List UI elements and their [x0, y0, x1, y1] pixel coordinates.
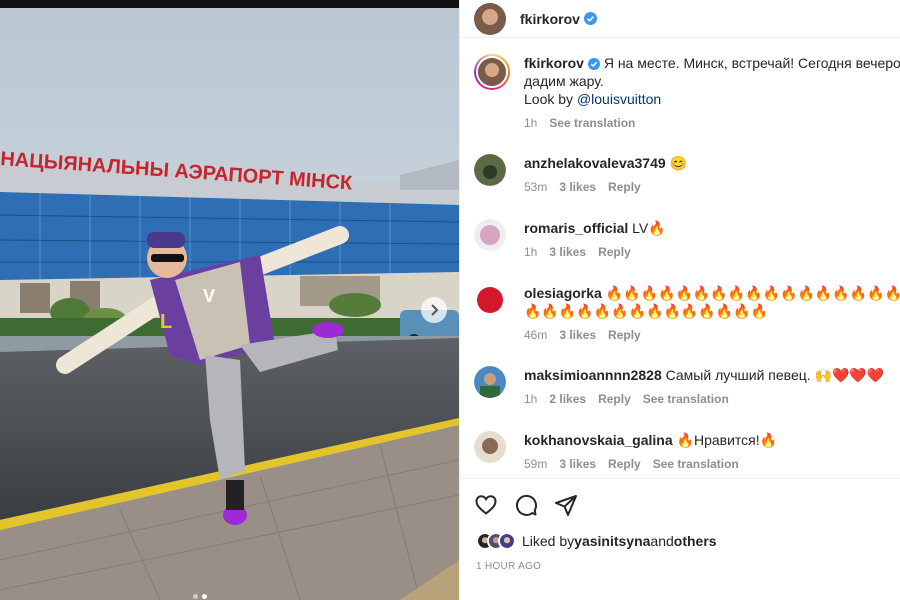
liker-avatar[interactable]: [498, 532, 516, 550]
comment-username[interactable]: maksimioannnn2828: [524, 367, 662, 383]
post-time[interactable]: 1 HOUR AGO: [476, 561, 541, 572]
comment-likes[interactable]: 2 likes: [549, 390, 586, 408]
mention-link[interactable]: @louisvuitton: [577, 91, 661, 107]
caption-avatar[interactable]: [474, 54, 510, 90]
carousel-dot: [193, 594, 198, 599]
commenter-avatar[interactable]: [474, 284, 506, 316]
caption-text-line1: Я на месте. Минск, встречай! Сегодня веч…: [603, 55, 900, 71]
comment-icon[interactable]: [514, 493, 538, 517]
caption-time: 1h: [524, 116, 538, 130]
reply-button[interactable]: Reply: [608, 178, 641, 196]
see-translation-link[interactable]: See translation: [653, 455, 739, 473]
comment-likes[interactable]: 3 likes: [559, 455, 596, 473]
post-photo[interactable]: L V НАЦЫЯНАЛЬНЫ АЭРАПОРТ МІНСК: [0, 0, 459, 600]
comment-likes[interactable]: 3 likes: [549, 243, 586, 261]
liked-by-mid: and: [650, 533, 674, 549]
reply-button[interactable]: Reply: [608, 326, 641, 344]
comment-text: 🔥🔥🔥🔥🔥🔥🔥🔥🔥🔥🔥🔥🔥🔥🔥🔥🔥🔥🔥🔥: [605, 285, 900, 301]
reply-button[interactable]: Reply: [598, 390, 631, 408]
see-translation-link[interactable]: See translation: [643, 390, 729, 408]
liked-by: Liked by yasinitsyna and others: [476, 532, 717, 550]
commenter-avatar[interactable]: [474, 431, 506, 463]
svg-text:L: L: [160, 311, 172, 333]
comment-likes[interactable]: 3 likes: [559, 178, 596, 196]
comment-text: 🔥Нравится!🔥: [676, 432, 778, 448]
carousel-dot-active: [202, 594, 207, 599]
author-avatar[interactable]: [474, 2, 506, 35]
post-header: fkirkorov: [460, 0, 900, 38]
see-translation-link[interactable]: See translation: [549, 114, 635, 132]
header-username[interactable]: fkirkorov: [520, 11, 580, 27]
svg-text:V: V: [203, 286, 215, 306]
comments-list[interactable]: fkirkorov Я на месте. Минск, встречай! С…: [460, 38, 900, 478]
comment-text: Самый лучший певец. 🙌❤️❤️❤️: [665, 367, 885, 383]
comment-likes[interactable]: 3 likes: [559, 326, 596, 344]
commenter-avatar[interactable]: [474, 366, 506, 398]
liked-by-user[interactable]: yasinitsyna: [574, 533, 650, 549]
liked-by-prefix: Liked by: [522, 533, 575, 549]
post-actions: Liked by yasinitsyna and others 1 HOUR A…: [460, 478, 900, 600]
verified-icon: [587, 58, 600, 70]
comment-time: 59m: [524, 457, 548, 471]
comment-item: maksimioannnn2828 Самый лучший певец. 🙌❤…: [474, 366, 900, 408]
caption: fkirkorov Я на месте. Минск, встречай! С…: [474, 54, 900, 132]
comment-username[interactable]: anzhelakovaleva3749: [524, 155, 666, 171]
heart-icon[interactable]: [474, 493, 498, 517]
comment-text-line2: 🔥🔥🔥🔥🔥🔥🔥🔥🔥🔥🔥🔥🔥🔥: [524, 303, 769, 319]
post-panel: fkirkorov fkirkorov Я на месте. Минск, в…: [459, 0, 900, 600]
comment-time: 1h: [524, 245, 538, 259]
chevron-right-icon: [431, 304, 439, 316]
caption-username[interactable]: fkirkorov: [524, 55, 584, 71]
comment-item: kokhanovskaia_galina 🔥Нравится!🔥 59m 3 l…: [474, 431, 900, 473]
share-icon[interactable]: [554, 493, 578, 517]
commenter-avatar[interactable]: [474, 219, 506, 251]
reply-button[interactable]: Reply: [598, 243, 631, 261]
comment-username[interactable]: romaris_official: [524, 220, 628, 236]
comment-username[interactable]: olesiagorka: [524, 285, 602, 301]
post-image: L V НАЦЫЯНАЛЬНЫ АЭРАПОРТ МІНСК: [0, 0, 459, 600]
comment-time: 46m: [524, 328, 548, 342]
look-by-label: Look by: [524, 91, 577, 107]
avatar-image: [478, 58, 506, 86]
comment-time: 53m: [524, 180, 548, 194]
comment-username[interactable]: kokhanovskaia_galina: [524, 432, 673, 448]
liked-by-others[interactable]: others: [674, 533, 717, 549]
comment-text: LV🔥: [632, 220, 666, 236]
carousel-next-button[interactable]: [421, 297, 447, 323]
comment-item: romaris_official LV🔥 1h 3 likes Reply: [474, 219, 900, 261]
comment-item: olesiagorka 🔥🔥🔥🔥🔥🔥🔥🔥🔥🔥🔥🔥🔥🔥🔥🔥🔥 🔥🔥🔥 🔥🔥🔥🔥🔥🔥🔥…: [474, 284, 900, 344]
caption-text-line2: дадим жару.: [524, 73, 604, 89]
carousel-dots: [193, 594, 207, 599]
commenter-avatar[interactable]: [474, 154, 506, 186]
comment-item: anzhelakovaleva3749 😊 53m 3 likes Reply: [474, 154, 900, 196]
avatar-image: [474, 2, 506, 35]
comment-time: 1h: [524, 392, 538, 406]
verified-icon: [583, 12, 597, 25]
reply-button[interactable]: Reply: [608, 455, 641, 473]
comment-text: 😊: [669, 155, 687, 171]
